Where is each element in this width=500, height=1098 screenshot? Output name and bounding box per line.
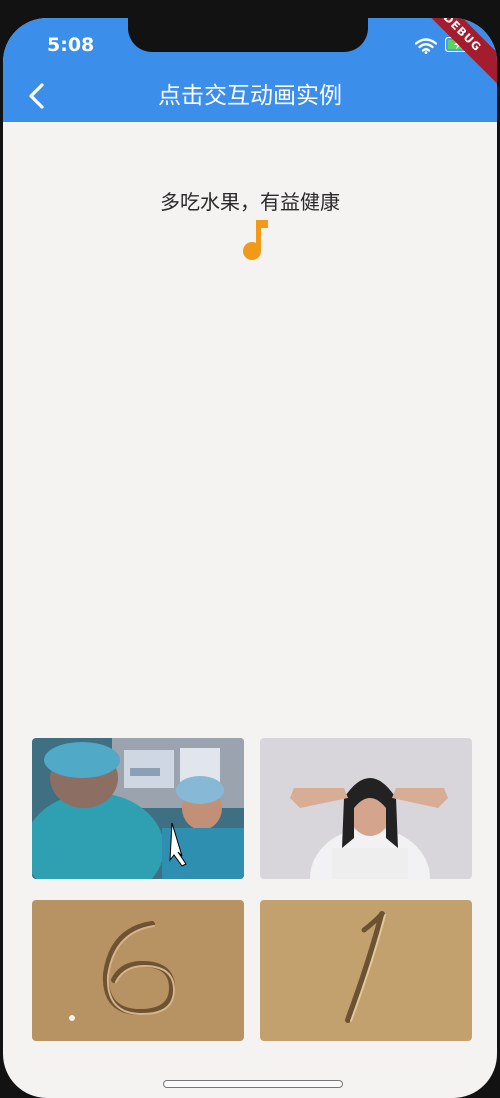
status-time: 5:08 bbox=[47, 34, 95, 56]
sand-number-one-photo[interactable] bbox=[260, 900, 472, 1041]
surgeons-xray-photo[interactable] bbox=[32, 738, 244, 879]
music-note-icon[interactable] bbox=[237, 218, 269, 262]
device-notch bbox=[128, 18, 368, 52]
fruit-health-text: 多吃水果，有益健康 bbox=[160, 190, 340, 214]
phone-frame: 5:08 DEBUG 点击交互动画实例 多吃水果，有益健康 bbox=[0, 0, 500, 1098]
app-screen: 5:08 DEBUG 点击交互动画实例 多吃水果，有益健康 bbox=[3, 18, 497, 1098]
sand-number-six-photo[interactable] bbox=[32, 900, 244, 1041]
page-title: 点击交互动画实例 bbox=[158, 83, 342, 109]
girl-hands-behind-head-photo[interactable] bbox=[260, 738, 472, 879]
app-bar: 5:08 DEBUG 点击交互动画实例 bbox=[3, 18, 497, 122]
home-indicator[interactable] bbox=[163, 1080, 343, 1088]
wifi-icon bbox=[415, 38, 437, 54]
